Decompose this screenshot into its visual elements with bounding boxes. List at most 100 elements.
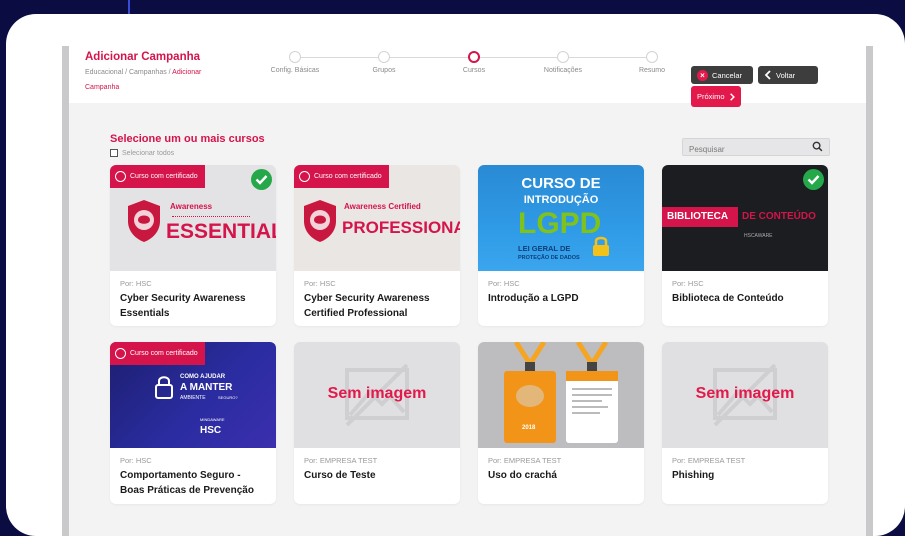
course-image: COMO AJUDAR A MANTER AMBIENTE SEGURO? MI…: [110, 342, 276, 448]
image-line: CURSO DE: [521, 175, 601, 192]
chevron-left-icon: [764, 70, 771, 80]
step-label: Config. Básicas: [270, 67, 320, 74]
no-image-label: Sem imagem: [695, 385, 795, 402]
course-image-placeholder: Sem imagem: [662, 342, 828, 448]
close-icon: ×: [697, 69, 708, 81]
course-name: Cyber Security Awareness Certified Profe…: [304, 293, 430, 319]
course-image: Awareness Certified PROFESSIONAL Curso c…: [294, 165, 460, 271]
no-image-label: Sem imagem: [327, 385, 427, 402]
back-button[interactable]: Voltar: [758, 66, 818, 84]
screen-frame: Adicionar Campanha Educacional / Campanh…: [6, 14, 905, 536]
back-label: Voltar: [776, 70, 796, 80]
shield-brain-icon: [304, 200, 336, 242]
section-title: Selecione um ou mais cursos: [110, 133, 265, 145]
course-name: Cyber Security Awareness Essentials: [120, 293, 246, 319]
step-label: Cursos: [462, 67, 486, 74]
step-dot: [378, 51, 390, 63]
certificate-tag: Curso com certificado: [294, 165, 389, 188]
image-brand: MINDAWARE: [200, 417, 225, 422]
image-caption: Awareness: [170, 202, 213, 211]
id-badge-icon: [504, 342, 618, 443]
course-card[interactable]: Sem imagem Por: EMPRESA TEST Phishing: [662, 342, 828, 504]
course-card[interactable]: Sem imagem Por: EMPRESA TEST Curso de Te…: [294, 342, 460, 504]
step-grupos[interactable]: Grupos: [344, 51, 424, 74]
page-title: Adicionar Campanha: [85, 51, 201, 63]
course-card[interactable]: CURSO DE INTRODUÇÃO LGPD LEI GERAL DE PR…: [478, 165, 644, 326]
certificate-label: Curso com certificado: [314, 173, 382, 180]
course-image: CURSO DE INTRODUÇÃO LGPD LEI GERAL DE PR…: [478, 165, 644, 271]
image-line: SEGURO?: [218, 395, 238, 400]
image-headline-2: DE CONTEÚDO: [742, 211, 816, 222]
course-name: Comportamento Seguro - Boas Práticas de …: [120, 470, 254, 496]
course-name: Curso de Teste: [304, 470, 376, 481]
course-card[interactable]: Awareness ESSENTIALS Curso com certifica…: [110, 165, 276, 326]
course-name: Introdução a LGPD: [488, 293, 579, 304]
breadcrumb: Educacional / Campanhas / Adicionar Camp…: [85, 65, 235, 95]
image-line: PROTEÇÃO DE DADOS: [518, 255, 580, 261]
search-box: [682, 138, 830, 158]
image-brand: HSCAWARE: [744, 233, 773, 239]
select-all-label: Selecionar todos: [122, 149, 175, 157]
padlock-icon: [593, 236, 609, 256]
course-image: BIBLIOTECA DE CONTEÚDO HSCAWARE: [662, 165, 828, 271]
course-info: Por: HSC Biblioteca de Conteúdo: [662, 271, 828, 314]
checkbox-box[interactable]: [110, 149, 118, 157]
step-config-basicas[interactable]: Config. Básicas: [255, 51, 335, 74]
course-card[interactable]: COMO AJUDAR A MANTER AMBIENTE SEGURO? MI…: [110, 342, 276, 504]
course-author: Por: HSC: [120, 279, 152, 288]
certificate-tag: Curso com certificado: [110, 342, 205, 365]
course-image: Awareness ESSENTIALS Curso com certifica…: [110, 165, 276, 271]
course-author: Por: HSC: [488, 279, 520, 288]
course-name: Biblioteca de Conteúdo: [672, 293, 784, 304]
certificate-label: Curso com certificado: [130, 350, 198, 357]
certificate-tag: Curso com certificado: [110, 165, 205, 188]
image-headline: ESSENTIALS: [166, 220, 276, 243]
step-dot-active: [468, 51, 480, 63]
breadcrumb-path[interactable]: Educacional / Campanhas /: [85, 69, 172, 76]
next-button[interactable]: Próximo: [691, 86, 741, 107]
image-headline: BIBLIOTECA: [667, 211, 729, 222]
certificate-label: Curso com certificado: [130, 173, 198, 180]
certificate-icon: [115, 348, 126, 359]
step-cursos[interactable]: Cursos: [434, 51, 514, 74]
select-all-checkbox[interactable]: Selecionar todos: [110, 149, 174, 157]
course-author: Por: HSC: [672, 279, 704, 288]
step-label: Resumo: [638, 67, 666, 74]
course-info: Por: HSC Cyber Security Awareness Essent…: [110, 271, 276, 326]
app-window: Adicionar Campanha Educacional / Campanh…: [62, 46, 873, 536]
course-author: Por: EMPRESA TEST: [304, 456, 378, 465]
left-edge-bar: [62, 46, 69, 536]
course-card[interactable]: BIBLIOTECA DE CONTEÚDO HSCAWARE Por: HSC…: [662, 165, 828, 326]
step-notificacoes[interactable]: Notificações: [523, 51, 603, 74]
step-resumo[interactable]: Resumo: [612, 51, 692, 74]
course-name: Phishing: [672, 470, 715, 481]
chevron-right-icon: [729, 92, 735, 101]
certificate-icon: [115, 171, 126, 182]
course-image-placeholder: Sem imagem: [294, 342, 460, 448]
step-dot: [289, 51, 301, 63]
cancel-button[interactable]: × Cancelar: [691, 66, 753, 84]
image-caption: Awareness Certified: [344, 202, 421, 211]
course-author: Por: EMPRESA TEST: [672, 456, 746, 465]
course-info: Por: EMPRESA TEST Phishing: [662, 448, 828, 491]
course-info: Por: EMPRESA TEST Uso do crachá: [478, 448, 644, 491]
search-input[interactable]: [683, 141, 803, 158]
course-info: Por: HSC Comportamento Seguro - Boas Prá…: [110, 448, 276, 504]
shield-brain-icon: [128, 200, 160, 242]
image-divider: [172, 216, 250, 217]
cancel-label: Cancelar: [712, 70, 743, 80]
scrollbar[interactable]: [866, 46, 873, 536]
badge-year: 2018: [522, 425, 536, 431]
course-card[interactable]: Awareness Certified PROFESSIONAL Curso c…: [294, 165, 460, 326]
course-card[interactable]: 2018 Por: EMPRESA TEST Uso do crachá: [478, 342, 644, 504]
padlock-icon: [155, 376, 173, 399]
image-line: A MANTER: [180, 382, 233, 393]
image-headline: PROFESSIONAL: [342, 218, 460, 237]
search-icon[interactable]: [812, 141, 823, 152]
page-header: Adicionar Campanha Educacional / Campanh…: [69, 46, 866, 107]
step-label: Grupos: [372, 67, 396, 74]
image-line: LEI GERAL DE: [518, 244, 571, 253]
step-dot: [557, 51, 569, 63]
course-author: Por: HSC: [304, 279, 336, 288]
course-author: Por: EMPRESA TEST: [488, 456, 562, 465]
